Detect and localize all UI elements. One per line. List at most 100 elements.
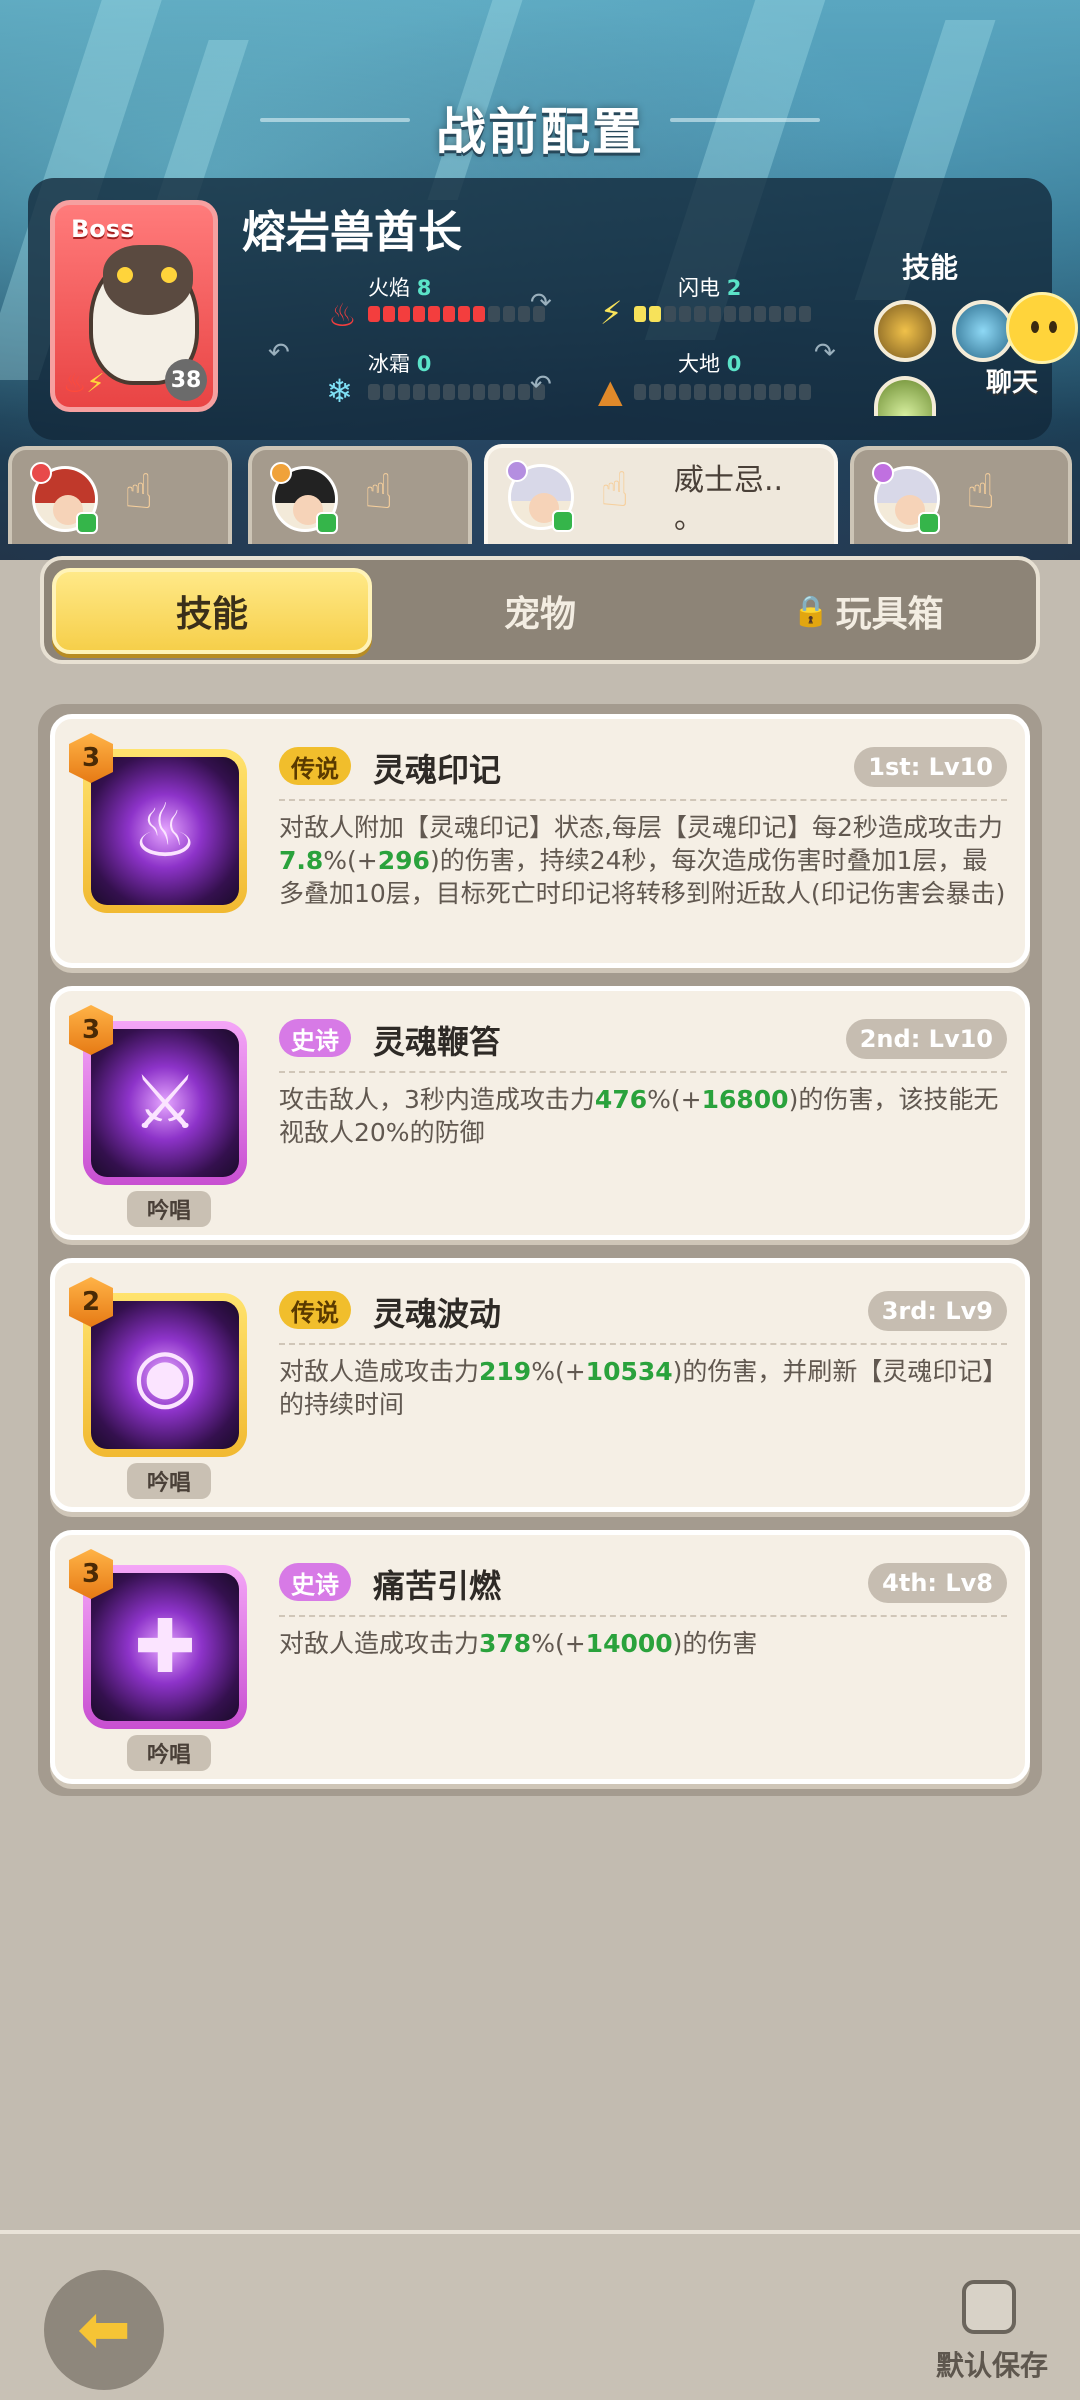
divider	[279, 1071, 1007, 1073]
rarity-tag: 传说	[279, 747, 351, 785]
fire-bar-segment	[398, 306, 410, 322]
tab-toybox-label: 玩具箱	[835, 594, 944, 635]
tab-toybox[interactable]: 🔒 玩具箱	[708, 568, 1028, 654]
divider	[279, 799, 1007, 801]
skill-name: 灵魂印记	[373, 751, 502, 789]
fire-bar-segment	[458, 306, 470, 322]
desc-value: 7.8	[279, 846, 324, 875]
divider	[279, 1615, 1007, 1617]
boss-skill-icon[interactable]	[874, 300, 936, 362]
stat-value: 8	[416, 276, 432, 300]
default-save-label[interactable]: 默认保存	[936, 2344, 1048, 2384]
lightning-icon: ⚡	[600, 294, 623, 332]
skill-icon: ⚔	[91, 1029, 239, 1177]
desc-value: 10534	[585, 1357, 673, 1386]
chat-label[interactable]: 聊天	[986, 362, 1038, 399]
boss-skill-icon[interactable]	[874, 376, 936, 416]
divider	[279, 1343, 1007, 1345]
lightning-bar-segment	[769, 306, 781, 322]
stat-label: 火焰	[368, 276, 410, 300]
skill-card[interactable]: ◉ 2 吟唱 传说 灵魂波动 3rd: Lv9 对敌人造成攻击力219%(+10…	[50, 1258, 1030, 1512]
hero-tab-1[interactable]: ☝	[8, 446, 232, 544]
earth-bar-segment	[799, 384, 811, 400]
desc-value: 16800	[701, 1085, 789, 1114]
fire-icon: ♨	[328, 296, 357, 334]
frost-bar	[368, 384, 545, 400]
stat-value: 2	[726, 276, 742, 300]
frost-bar-segment	[503, 384, 515, 400]
earth-bar-segment	[694, 384, 706, 400]
tab-skills[interactable]: 技能	[52, 568, 372, 654]
boss-portrait[interactable]: Boss ♨⚡ 38	[50, 200, 218, 412]
lightning-bar-segment	[634, 306, 646, 322]
fire-bar-segment	[443, 306, 455, 322]
tab-pets[interactable]: 宠物	[380, 568, 700, 654]
stat-frost-label: 冰霜 0	[368, 348, 431, 378]
status-badge	[76, 512, 98, 534]
earth-bar	[634, 384, 811, 400]
spiral-flame-icon: ♨	[131, 788, 199, 874]
stat-label: 闪电	[678, 276, 720, 300]
frost-bar-segment	[368, 384, 380, 400]
stat-label: 冰霜	[368, 352, 410, 376]
earth-bar-segment	[679, 384, 691, 400]
chant-tag: 吟唱	[127, 1191, 211, 1227]
skill-card[interactable]: ♨ 3 传说 灵魂印记 1st: Lv10 对敌人附加【灵魂印记】状态,每层【灵…	[50, 714, 1030, 968]
skill-description: 对敌人造成攻击力219%(+10534)的伤害，并刷新【灵魂印记】的持续时间	[279, 1355, 1007, 1421]
spiral-element-icon	[872, 462, 894, 484]
lightning-bar	[634, 306, 811, 322]
boss-skills-label: 技能	[902, 251, 959, 284]
tap-hand-icon: ☝	[124, 464, 154, 520]
category-tabs: 技能 宠物 🔒 玩具箱	[40, 556, 1040, 664]
boss-eye-right	[161, 267, 177, 283]
chant-tag: 吟唱	[127, 1463, 211, 1499]
desc-text: %(+	[531, 1629, 586, 1658]
frost-bar-segment	[488, 384, 500, 400]
earth-bar-segment	[784, 384, 796, 400]
back-button[interactable]: ⬅	[44, 2270, 164, 2390]
fire-bar	[368, 306, 545, 322]
frost-bar-segment	[473, 384, 485, 400]
desc-value: 296	[377, 846, 430, 875]
boss-element-icons: ♨⚡	[63, 369, 105, 399]
earth-bar-segment	[634, 384, 646, 400]
page-title: 战前配置	[436, 103, 644, 161]
smiley-icon	[1006, 292, 1078, 364]
heart-element-icon	[30, 462, 52, 484]
lightning-bar-segment	[724, 306, 736, 322]
skill-name: 痛苦引燃	[373, 1567, 502, 1605]
lightning-bar-segment	[679, 306, 691, 322]
desc-text: 对敌人造成攻击力	[279, 1357, 480, 1386]
tap-hand-icon: ☝	[600, 462, 630, 518]
boss-level-badge: 38	[165, 359, 207, 401]
skill-level-tag: 4th: Lv8	[868, 1563, 1007, 1603]
fire-bar-segment	[473, 306, 485, 322]
fire-bar-segment	[503, 306, 515, 322]
hero-tab-4[interactable]: ☝	[850, 446, 1072, 544]
frost-bar-segment	[443, 384, 455, 400]
earth-bar-segment	[649, 384, 661, 400]
fire-bar-segment	[383, 306, 395, 322]
hero-tab-2[interactable]: ☝	[248, 446, 472, 544]
cycle-arrow-icon: ↶	[268, 338, 290, 368]
boss-skill-icon[interactable]	[952, 300, 1014, 362]
hero-tab-3-active[interactable]: ☝ 威士忌.. 。	[484, 444, 838, 544]
skill-description: 对敌人附加【灵魂印记】状态,每层【灵魂印记】每2秒造成攻击力7.8%(+296)…	[279, 811, 1007, 910]
skill-card[interactable]: ⚔ 3 吟唱 史诗 灵魂鞭笞 2nd: Lv10 攻击敌人，3秒内造成攻击力47…	[50, 986, 1030, 1240]
stat-value: 0	[726, 352, 742, 376]
lightning-bar-segment	[694, 306, 706, 322]
default-save-checkbox[interactable]	[962, 2280, 1016, 2334]
skill-card[interactable]: ✚ 3 吟唱 史诗 痛苦引燃 4th: Lv8 对敌人造成攻击力378%(+14…	[50, 1530, 1030, 1784]
skill-name: 灵魂波动	[373, 1295, 502, 1333]
earth-bar-segment	[724, 384, 736, 400]
chant-tag: 吟唱	[127, 1735, 211, 1771]
desc-text: 对敌人造成攻击力	[279, 1629, 480, 1658]
lightning-bar-segment	[649, 306, 661, 322]
fire-bar-segment	[368, 306, 380, 322]
boss-panel: Boss ♨⚡ 38 熔岩兽酋长 火焰 8 ♨ 闪电 2 ⚡ 冰霜 0 ❄ 大地…	[28, 178, 1052, 440]
mountain-icon: ▲	[598, 372, 623, 410]
rarity-tag: 史诗	[279, 1563, 351, 1601]
frost-bar-segment	[458, 384, 470, 400]
frost-bar-segment	[518, 384, 530, 400]
cycle-arrow-icon: ↷	[814, 338, 836, 368]
